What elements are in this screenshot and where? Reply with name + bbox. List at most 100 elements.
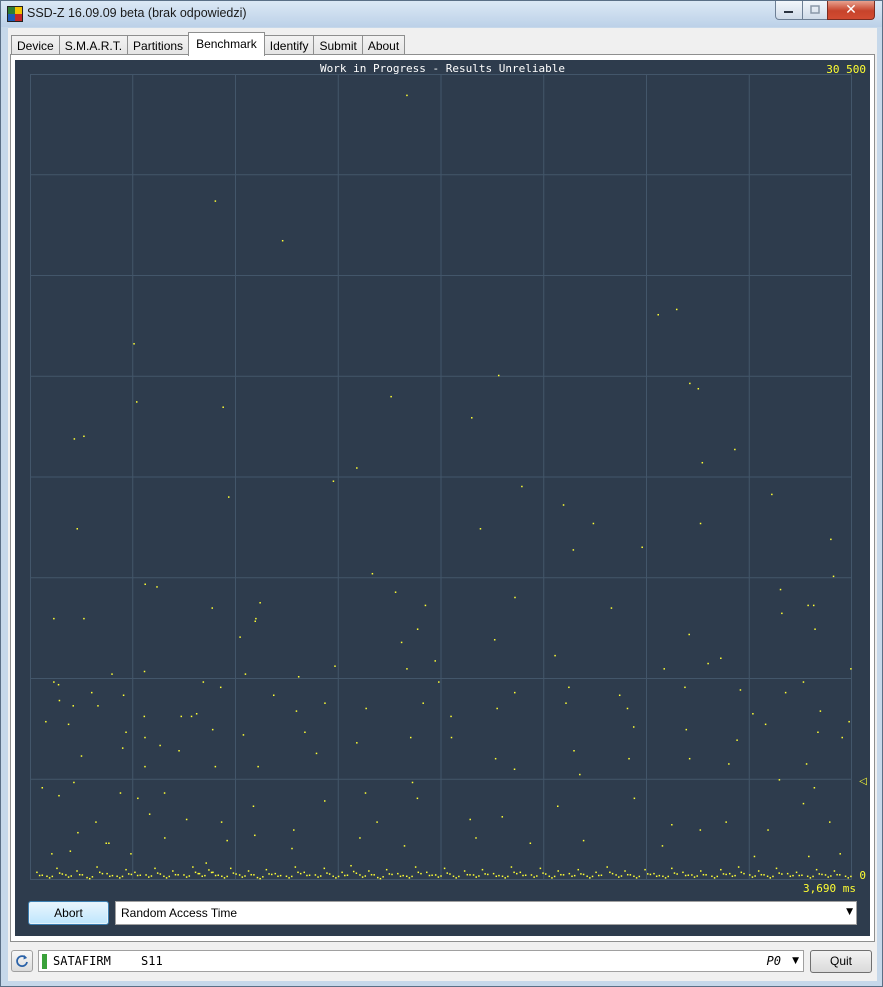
data-point [731, 875, 734, 878]
data-point [391, 873, 393, 876]
data-point [589, 877, 591, 879]
refresh-icon [16, 955, 28, 967]
data-point [471, 417, 473, 419]
data-point [163, 792, 166, 794]
data-point [285, 875, 288, 878]
data-point [385, 868, 388, 871]
data-point [494, 757, 497, 760]
data-point [416, 628, 419, 630]
drive-status-indicator [42, 954, 47, 969]
tab-benchmark[interactable]: Benchmark [188, 32, 265, 56]
benchmark-mode-select[interactable]: Random Access Time ▼ [115, 901, 857, 925]
data-point [716, 875, 719, 878]
data-point [817, 731, 819, 734]
data-point [548, 875, 551, 878]
data-point [119, 877, 121, 879]
data-point [232, 872, 235, 874]
data-point [53, 617, 55, 620]
tab-partitions[interactable]: Partitions [127, 35, 190, 56]
data-point [291, 847, 293, 850]
data-point [685, 728, 688, 731]
data-point [356, 467, 358, 469]
tab-about[interactable]: About [361, 35, 406, 56]
data-point [824, 874, 827, 876]
title-bar[interactable]: SSD-Z 16.09.09 beta (brak odpowiedzi) ✕ [1, 1, 882, 27]
data-point [801, 874, 803, 876]
data-point [409, 736, 412, 739]
data-point [356, 742, 358, 744]
data-point [772, 875, 774, 878]
data-point [156, 872, 159, 874]
data-point [720, 868, 722, 871]
data-point [402, 874, 404, 877]
data-point [294, 866, 297, 868]
tab-device[interactable]: Device [11, 35, 60, 56]
minimize-button[interactable] [775, 1, 803, 20]
data-point [91, 876, 94, 878]
data-point [542, 872, 544, 874]
tab-identify[interactable]: Identify [263, 35, 315, 56]
data-point [633, 797, 636, 800]
data-point [36, 871, 38, 874]
data-point [664, 877, 667, 879]
refresh-button[interactable] [11, 950, 33, 972]
data-point [403, 845, 406, 847]
data-point [760, 873, 763, 876]
benchmark-plot: Work in Progress - Results Unreliable 30… [15, 60, 870, 936]
data-point [72, 705, 74, 707]
data-point [45, 720, 47, 723]
data-point [688, 757, 691, 760]
data-point [205, 862, 207, 864]
data-point [700, 870, 702, 872]
maximize-button[interactable] [802, 1, 828, 20]
data-point [725, 821, 727, 823]
data-point [254, 620, 256, 623]
data-point [533, 876, 535, 878]
minimize-icon [784, 11, 793, 13]
data-point [693, 876, 696, 878]
data-point [221, 875, 223, 878]
data-point [250, 873, 252, 876]
data-point [379, 877, 382, 880]
drive-firmware: S11 [141, 954, 163, 968]
data-point [192, 866, 194, 868]
data-point [812, 875, 814, 878]
data-point [781, 873, 783, 875]
data-point [159, 873, 162, 875]
data-point [691, 874, 693, 876]
data-point [377, 876, 379, 879]
quit-button[interactable]: Quit [810, 950, 872, 973]
abort-button[interactable]: Abort [28, 901, 109, 925]
data-point [737, 866, 740, 868]
data-point [707, 662, 709, 665]
data-point [53, 681, 55, 683]
data-point [139, 874, 142, 876]
close-button[interactable]: ✕ [827, 1, 875, 20]
data-point [562, 874, 565, 876]
tab-smart[interactable]: S.M.A.R.T. [58, 35, 129, 56]
data-point [658, 874, 661, 877]
data-point [244, 875, 246, 877]
client-area: Device S.M.A.R.T. Partitions Benchmark I… [8, 28, 877, 981]
data-point [255, 617, 257, 620]
data-point [786, 872, 789, 875]
data-point [125, 731, 127, 734]
tab-submit[interactable]: Submit [313, 35, 363, 56]
data-point [58, 699, 61, 702]
data-point [328, 873, 331, 875]
data-point [624, 870, 626, 872]
data-point [268, 873, 270, 875]
data-point [850, 668, 852, 670]
data-point [190, 715, 193, 718]
data-point [144, 765, 146, 768]
close-icon: ✕ [845, 2, 857, 18]
data-point [281, 239, 284, 242]
data-point [662, 875, 664, 878]
data-point [382, 876, 384, 878]
data-point [143, 670, 146, 673]
data-point [163, 875, 165, 878]
data-point [510, 866, 513, 868]
data-point [299, 872, 302, 875]
data-point [775, 867, 778, 870]
drive-selector[interactable]: SATAFIRM S11 P0 ▼ [38, 950, 804, 972]
